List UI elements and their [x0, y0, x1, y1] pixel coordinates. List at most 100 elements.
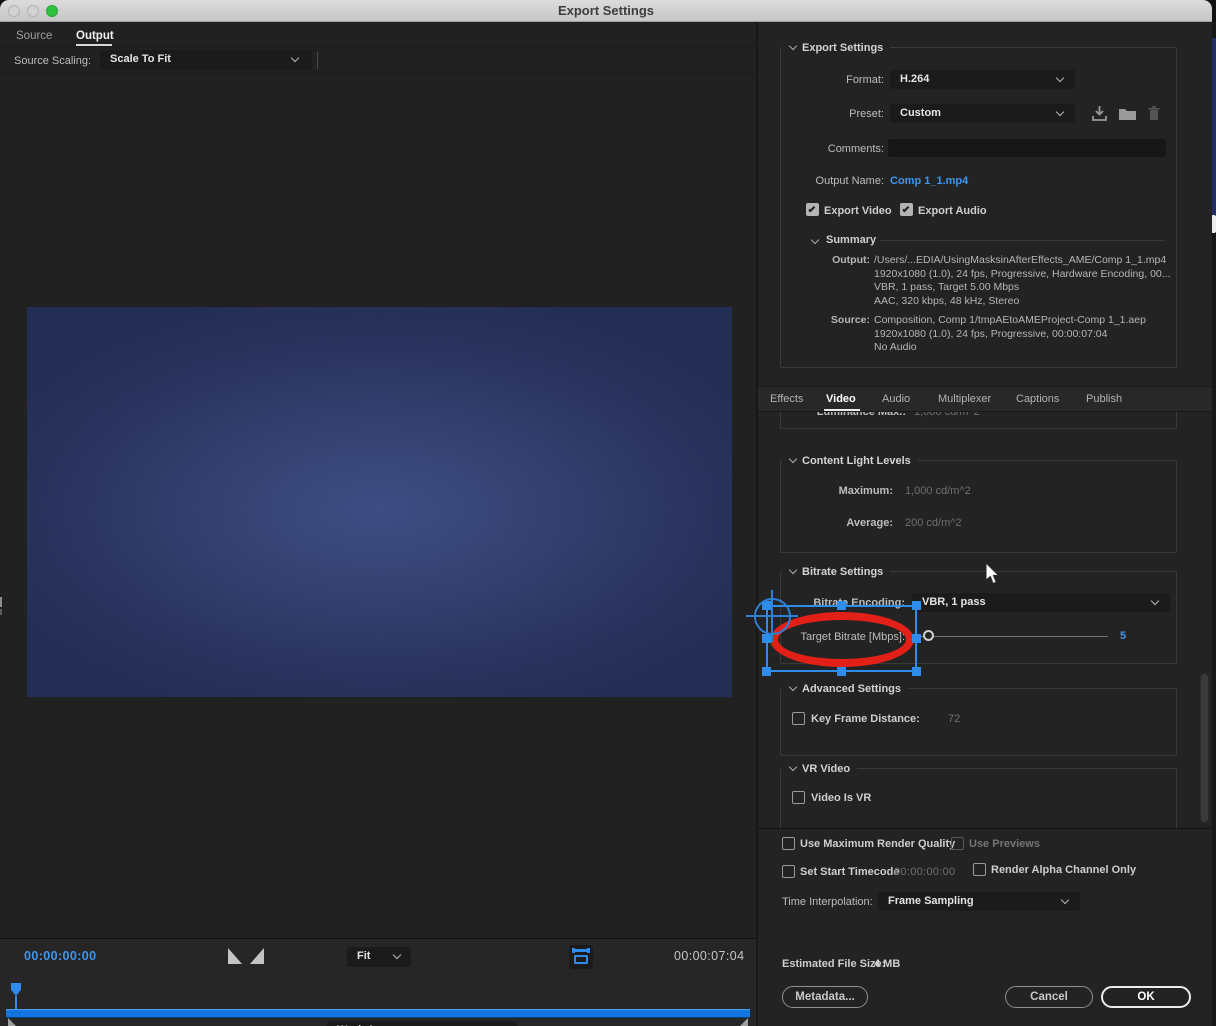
zoom-level-dropdown[interactable]: Fit — [347, 947, 411, 967]
output-name-link[interactable]: Comp 1_1.mp4 — [890, 175, 968, 187]
chevron-down-icon — [291, 54, 299, 62]
playhead[interactable] — [11, 983, 21, 996]
screen: Export Settings Source Output Source Sca… — [0, 0, 1216, 1026]
divider — [0, 46, 756, 47]
summary-output-label: Output: — [790, 254, 870, 268]
preview-panel: Source Output Source Scaling: Scale To F… — [0, 22, 756, 1026]
settings-panel: Export Settings Format: H.264 Preset: Cu… — [758, 22, 1212, 1026]
delete-preset-trash-icon[interactable] — [1147, 105, 1161, 122]
screen-edge-artifact — [0, 597, 2, 607]
luminance-max-label: Luminance Max.: — [781, 412, 906, 418]
tab-captions[interactable]: Captions — [1016, 393, 1059, 405]
section-title: Export Settings — [802, 42, 883, 54]
video-preview-frame — [27, 307, 732, 697]
export-video-checkbox[interactable] — [806, 203, 819, 216]
tab-output[interactable]: Output — [76, 30, 114, 42]
format-value: H.264 — [900, 73, 929, 85]
timeline-track[interactable] — [6, 1009, 750, 1018]
tab-multiplexer[interactable]: Multiplexer — [938, 393, 991, 405]
titlebar: Export Settings — [0, 0, 1212, 22]
tab-audio[interactable]: Audio — [882, 393, 910, 405]
preset-value: Custom — [900, 107, 941, 119]
time-interpolation-value: Frame Sampling — [888, 895, 974, 907]
selection-handle[interactable] — [837, 601, 846, 610]
mouse-cursor — [985, 563, 1000, 585]
in-point-icon[interactable] — [228, 948, 242, 964]
current-timecode[interactable]: 00:00:00:00 — [24, 949, 97, 963]
work-area-right-handle[interactable] — [737, 1018, 748, 1026]
source-scaling-dropdown[interactable]: Scale To Fit — [100, 50, 312, 70]
time-interpolation-dropdown[interactable]: Frame Sampling — [878, 892, 1080, 911]
section-title: Advanced Settings — [802, 683, 901, 695]
use-max-render-quality-checkbox[interactable] — [782, 837, 795, 850]
import-preset-folder-icon[interactable] — [1118, 107, 1137, 121]
export-audio-checkbox[interactable] — [900, 203, 913, 216]
vr-video-header[interactable]: VR Video — [782, 762, 857, 775]
cancel-button[interactable]: Cancel — [1005, 986, 1093, 1008]
out-point-icon[interactable] — [250, 948, 264, 964]
tab-video[interactable]: Video — [826, 393, 856, 405]
summary-output-lines: /Users/...EDIA/UsingMasksinAfterEffects_… — [874, 254, 1171, 308]
settings-tab-bar: Effects Video Audio Multiplexer Captions… — [758, 386, 1212, 412]
target-bitrate-value[interactable]: 5 — [1120, 630, 1126, 642]
collapse-icon — [789, 683, 797, 691]
screen-edge-artifact — [0, 609, 2, 615]
selection-handle[interactable] — [912, 634, 921, 643]
time-interpolation-label: Time Interpolation: — [782, 896, 873, 908]
preset-dropdown[interactable]: Custom — [890, 104, 1075, 123]
transport-bar: 00:00:00:00 Fit 00:00:07:04 — [0, 938, 756, 1026]
summary-source-label: Source: — [790, 314, 870, 328]
set-start-timecode-checkbox[interactable] — [782, 865, 795, 878]
export-settings-header[interactable]: Export Settings — [782, 41, 890, 54]
video-is-vr-label: Video Is VR — [811, 792, 871, 804]
format-dropdown[interactable]: H.264 — [890, 70, 1075, 89]
selection-handle[interactable] — [762, 634, 771, 643]
selection-handle[interactable] — [912, 667, 921, 676]
ok-button[interactable]: OK — [1101, 986, 1191, 1008]
advanced-settings-header[interactable]: Advanced Settings — [782, 682, 908, 695]
keyframe-distance-checkbox[interactable] — [792, 712, 805, 725]
selection-handle[interactable] — [837, 667, 846, 676]
check-icon — [902, 205, 909, 212]
comments-label: Comments: — [760, 143, 884, 155]
comments-input[interactable] — [888, 139, 1166, 157]
tab-publish[interactable]: Publish — [1086, 393, 1122, 405]
format-label: Format: — [760, 74, 884, 86]
chevron-down-icon — [1056, 108, 1064, 116]
source-scaling-label: Source Scaling: — [14, 55, 91, 67]
metadata-button[interactable]: Metadata... — [782, 986, 868, 1008]
zoom-level-value: Fit — [357, 950, 370, 962]
tab-effects[interactable]: Effects — [770, 393, 803, 405]
keyframe-distance-value: 72 — [948, 713, 960, 725]
export-settings-dialog: Export Settings Source Output Source Sca… — [0, 0, 1212, 1026]
maximum-value: 1,000 cd/m^2 — [905, 485, 971, 497]
source-range-dropdown[interactable]: Work Area — [327, 1021, 517, 1026]
section-title: VR Video — [802, 763, 850, 775]
match-output-aspect-icon[interactable] — [569, 945, 593, 969]
work-area-left-handle[interactable] — [8, 1018, 19, 1026]
content-light-levels-header[interactable]: Content Light Levels — [782, 454, 918, 467]
tab-source[interactable]: Source — [16, 30, 52, 42]
settings-scrollbar[interactable] — [1200, 673, 1209, 823]
section-title: Content Light Levels — [802, 455, 911, 467]
output-name-label: Output Name: — [760, 175, 884, 187]
selection-handle[interactable] — [762, 667, 771, 676]
bitrate-encoding-dropdown[interactable]: VBR, 1 pass — [912, 593, 1170, 612]
use-previews-label: Use Previews — [969, 838, 1040, 850]
target-bitrate-slider-handle[interactable] — [923, 630, 934, 641]
render-alpha-checkbox[interactable] — [973, 863, 986, 876]
selection-handle[interactable] — [912, 601, 921, 610]
video-is-vr-checkbox[interactable] — [792, 791, 805, 804]
playhead-stem — [15, 996, 17, 1009]
estimated-file-size-label: Estimated File Size: — [782, 958, 885, 970]
use-previews-checkbox — [951, 837, 964, 850]
collapse-icon — [789, 42, 797, 50]
bitrate-settings-header[interactable]: Bitrate Settings — [782, 565, 890, 578]
divider — [0, 73, 756, 74]
summary-source-lines: Composition, Comp 1/tmpAEtoAMEProject-Co… — [874, 314, 1146, 355]
chevron-down-icon — [1056, 74, 1064, 82]
set-start-timecode-label: Set Start Timecode — [800, 866, 899, 878]
summary-title: Summary — [826, 234, 876, 246]
save-preset-icon[interactable] — [1091, 105, 1108, 122]
target-bitrate-slider-track[interactable] — [916, 636, 1108, 637]
